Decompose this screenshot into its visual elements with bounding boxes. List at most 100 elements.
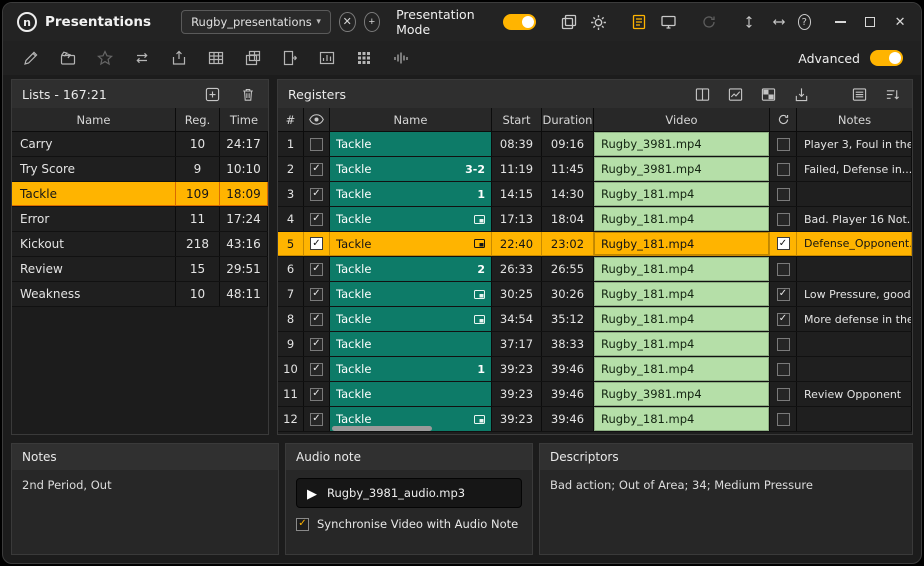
sync-audio-checkbox[interactable]: ✓ (296, 518, 309, 531)
visible-checkbox[interactable]: ✓ (310, 413, 323, 426)
sort-list-icon[interactable] (882, 85, 902, 103)
list-row[interactable]: Tackle10918:09 (12, 182, 268, 207)
waveform-icon[interactable] (391, 48, 411, 68)
notes-content[interactable]: 2nd Period, Out (12, 470, 278, 554)
play-icon[interactable]: ▶ (307, 487, 317, 500)
sync-checkbox[interactable]: ✓ (777, 313, 790, 326)
trend-chart-icon[interactable] (725, 85, 745, 103)
export-icon[interactable] (791, 85, 811, 103)
advanced-toggle[interactable] (870, 50, 903, 66)
resize-vertical-icon[interactable] (738, 11, 760, 33)
register-notes: More defense in the... (797, 307, 912, 331)
sync-rotate-column-icon[interactable] (770, 108, 797, 131)
table-icon[interactable] (206, 48, 226, 68)
sync-checkbox[interactable] (777, 188, 790, 201)
presentation-select[interactable]: Rugby_presentations ▾ (181, 10, 331, 34)
visible-checkbox[interactable]: ✓ (310, 363, 323, 376)
register-row[interactable]: 6✓Tackle226:3326:55Rugby_181.mp4 (278, 257, 912, 282)
trash-icon[interactable] (238, 85, 258, 103)
visibility-eye-icon[interactable] (304, 108, 330, 131)
copy-table-icon[interactable] (243, 48, 263, 68)
visible-checkbox[interactable]: ✓ (310, 237, 323, 250)
sync-checkbox[interactable]: ✓ (777, 237, 790, 250)
visible-checkbox[interactable]: ✓ (310, 313, 323, 326)
sync-checkbox[interactable] (777, 363, 790, 376)
register-sync-cell (770, 357, 797, 381)
resize-horizontal-icon[interactable] (768, 11, 790, 33)
list-row[interactable]: Carry1024:17 (12, 132, 268, 157)
registers-col-duration[interactable]: Duration (542, 108, 594, 131)
export-box-icon[interactable] (169, 48, 189, 68)
visible-checkbox[interactable]: ✓ (310, 163, 323, 176)
swap-arrows-icon[interactable] (132, 48, 152, 68)
registers-col-num[interactable]: # (278, 108, 304, 131)
monitor-icon[interactable] (658, 11, 680, 33)
sync-checkbox[interactable] (777, 413, 790, 426)
registers-col-name[interactable]: Name (330, 108, 492, 131)
list-icon[interactable] (849, 85, 869, 103)
visible-checkbox[interactable]: ✓ (310, 213, 323, 226)
visible-checkbox[interactable]: ✓ (310, 388, 323, 401)
minimize-icon[interactable] (833, 15, 847, 29)
sync-checkbox[interactable] (777, 263, 790, 276)
horizontal-scrollbar[interactable] (332, 426, 432, 431)
registers-col-notes[interactable]: Notes (797, 108, 912, 131)
registers-col-video[interactable]: Video (594, 108, 770, 131)
sync-checkbox[interactable] (777, 213, 790, 226)
list-row[interactable]: Kickout21843:16 (12, 232, 268, 257)
register-row[interactable]: 11✓Tackle39:2339:46Rugby_3981.mp4Review … (278, 382, 912, 407)
register-visible-cell: ✓ (304, 382, 330, 406)
registers-col-start[interactable]: Start (492, 108, 542, 131)
visible-checkbox[interactable]: ✓ (310, 263, 323, 276)
columns-icon[interactable] (692, 85, 712, 103)
visible-checkbox[interactable]: ✓ (310, 188, 323, 201)
sync-rotate-icon[interactable] (698, 11, 720, 33)
duplicate-icon[interactable] (558, 11, 580, 33)
sync-audio-row: ✓ Synchronise Video with Audio Note (296, 517, 522, 531)
sync-checkbox[interactable]: ✓ (777, 288, 790, 301)
sync-checkbox[interactable] (777, 138, 790, 151)
chart-icon[interactable] (317, 48, 337, 68)
register-row[interactable]: 4✓Tackle17:1318:04Rugby_181.mp4Bad. Play… (278, 207, 912, 232)
share-doc-icon[interactable] (280, 48, 300, 68)
clapperboard-icon[interactable] (58, 48, 78, 68)
lists-col-reg[interactable]: Reg. (176, 108, 220, 131)
help-icon[interactable]: ? (798, 14, 811, 30)
register-row[interactable]: 1Tackle08:3909:16Rugby_3981.mp4Player 3,… (278, 132, 912, 157)
register-row[interactable]: 2✓Tackle3-211:1911:45Rugby_3981.mp4Faile… (278, 157, 912, 182)
lists-col-name[interactable]: Name (12, 108, 176, 131)
register-row[interactable]: 7✓Tackle30:2530:26Rugby_181.mp4✓Low Pres… (278, 282, 912, 307)
list-row[interactable]: Review1529:51 (12, 257, 268, 282)
presentation-mode-toggle[interactable] (503, 14, 536, 30)
register-row[interactable]: 10✓Tackle139:2339:46Rugby_181.mp4 (278, 357, 912, 382)
list-row[interactable]: Weakness1048:11 (12, 282, 268, 307)
close-presentation-button[interactable]: ✕ (339, 12, 356, 32)
list-row-time: 43:16 (220, 232, 268, 256)
add-presentation-button[interactable]: + (364, 12, 381, 32)
add-list-icon[interactable] (202, 85, 222, 103)
sync-checkbox[interactable] (777, 163, 790, 176)
lists-col-time[interactable]: Time (220, 108, 268, 131)
descriptors-content[interactable]: Bad action; Out of Area; 34; Medium Pres… (540, 470, 912, 554)
settings-gear-icon[interactable] (588, 11, 610, 33)
close-icon[interactable]: ✕ (893, 15, 907, 29)
audio-note-panel: Audio note ▶ Rugby_3981_audio.mp3 ✓ Sync… (285, 443, 533, 555)
layout-doc-icon[interactable] (628, 11, 650, 33)
visible-checkbox[interactable]: ✓ (310, 288, 323, 301)
list-row[interactable]: Error1117:24 (12, 207, 268, 232)
maximize-icon[interactable] (863, 15, 877, 29)
register-name: Tackle (336, 312, 470, 326)
register-row[interactable]: 9✓Tackle37:1738:33Rugby_181.mp4 (278, 332, 912, 357)
star-icon[interactable] (95, 48, 115, 68)
sync-checkbox[interactable] (777, 388, 790, 401)
visible-checkbox[interactable] (310, 138, 323, 151)
register-row[interactable]: 5✓Tackle22:4023:02Rugby_181.mp4✓Defense_… (278, 232, 912, 257)
register-row[interactable]: 3✓Tackle114:1514:30Rugby_181.mp4 (278, 182, 912, 207)
visible-checkbox[interactable]: ✓ (310, 338, 323, 351)
checkerboard-icon[interactable] (758, 85, 778, 103)
pencil-icon[interactable] (21, 48, 41, 68)
register-row[interactable]: 8✓Tackle34:5435:12Rugby_181.mp4✓More def… (278, 307, 912, 332)
list-row[interactable]: Try Score910:10 (12, 157, 268, 182)
sync-checkbox[interactable] (777, 338, 790, 351)
grid-dots-icon[interactable] (354, 48, 374, 68)
